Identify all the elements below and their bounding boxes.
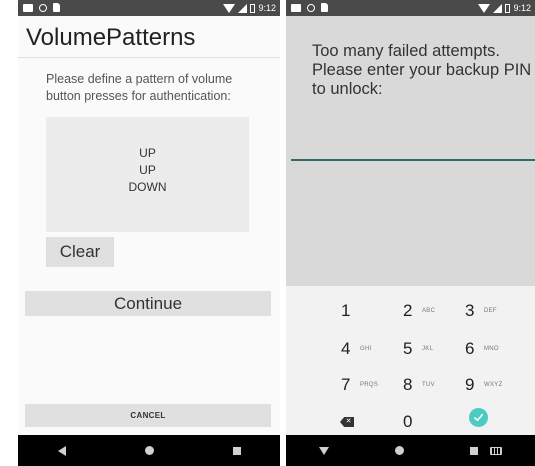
key-2[interactable]: 2 ABC xyxy=(403,297,473,325)
recent-apps-icon[interactable] xyxy=(470,446,478,455)
system-icons: 9:12 xyxy=(223,2,276,14)
key-digit: 1 xyxy=(341,301,351,320)
title-divider xyxy=(18,57,280,58)
key-digit: 0 xyxy=(403,412,413,431)
key-3[interactable]: 3 DEF xyxy=(465,297,535,325)
recent-apps-icon[interactable] xyxy=(232,446,241,455)
status-bar: 9:12 xyxy=(286,0,535,16)
key-digit: 2 xyxy=(403,301,413,320)
home-icon[interactable] xyxy=(395,446,404,455)
key-digit: 9 xyxy=(465,375,475,394)
key-5[interactable]: 5 JKL xyxy=(403,335,473,363)
key-4[interactable]: 4 GHI xyxy=(341,335,411,363)
key-digit: 3 xyxy=(465,301,475,320)
key-digit: 7 xyxy=(341,375,351,394)
pin-input-field[interactable] xyxy=(291,159,535,161)
key-0[interactable]: 0 xyxy=(403,408,473,436)
key-9[interactable]: 9 WXYZ xyxy=(465,371,535,399)
key-7[interactable]: 7 PRQS xyxy=(341,371,411,399)
app-title: VolumePatterns xyxy=(26,24,196,51)
clear-button[interactable]: Clear xyxy=(46,237,114,267)
pattern-step: UP xyxy=(139,146,156,160)
checkmark-icon xyxy=(474,413,483,422)
battery-icon xyxy=(250,3,256,13)
key-letters: ABC xyxy=(422,308,436,314)
sd-card-icon xyxy=(321,3,328,12)
home-icon[interactable] xyxy=(144,446,154,455)
volume-patterns-screen: 9:12 VolumePatterns Please define a patt… xyxy=(18,0,280,466)
back-icon[interactable] xyxy=(57,445,66,456)
backup-pin-screen: 9:12 Too many failed attempts. Please en… xyxy=(286,0,535,466)
instructions-text: Please define a pattern of volume button… xyxy=(46,72,233,103)
key-letters: PRQS xyxy=(360,382,379,388)
sync-icon xyxy=(307,3,315,12)
pattern-step: UP xyxy=(139,163,156,177)
keyboard-icon[interactable] xyxy=(490,446,502,455)
key-digit: 4 xyxy=(341,339,351,358)
battery-icon xyxy=(505,3,511,13)
pattern-display: UP UP DOWN xyxy=(46,117,249,232)
backspace-icon[interactable]: ✕ xyxy=(340,417,354,427)
key-1[interactable]: 1 xyxy=(341,297,411,325)
key-letters: DEF xyxy=(484,308,497,314)
navigation-bar xyxy=(286,435,535,466)
pattern-step: DOWN xyxy=(128,180,167,194)
wifi-icon xyxy=(223,3,236,13)
checkmark-circle-icon[interactable] xyxy=(469,408,488,427)
notification-icons xyxy=(23,3,60,12)
key-digit: 8 xyxy=(403,375,413,394)
key-digit: 6 xyxy=(465,339,475,358)
key-letters: TUV xyxy=(422,382,435,388)
signal-icon xyxy=(493,3,503,13)
cancel-button[interactable]: CANCEL xyxy=(25,404,271,427)
notification-icon xyxy=(23,3,33,12)
sd-card-icon xyxy=(53,3,60,12)
status-bar: 9:12 xyxy=(18,0,280,16)
sync-icon xyxy=(39,3,47,12)
status-time: 9:12 xyxy=(513,3,531,13)
status-time: 9:12 xyxy=(258,3,276,13)
key-letters: JKL xyxy=(422,346,434,352)
continue-button[interactable]: Continue xyxy=(25,291,271,316)
notification-icons xyxy=(291,3,328,12)
key-digit: 5 xyxy=(403,339,413,358)
hide-keyboard-icon[interactable] xyxy=(319,446,329,455)
navigation-bar xyxy=(18,435,280,466)
key-letters: WXYZ xyxy=(484,382,503,388)
notification-icon xyxy=(291,3,301,12)
key-letters: GHI xyxy=(360,346,372,352)
pin-prompt-message: Too many failed attempts. Please enter y… xyxy=(312,42,532,98)
key-letters: MNO xyxy=(484,346,499,352)
key-6[interactable]: 6 MNO xyxy=(465,335,535,363)
wifi-icon xyxy=(478,3,491,13)
signal-icon xyxy=(238,3,248,13)
numeric-keypad: 1 2 ABC 3 DEF 4 GHI 5 JKL 6 MNO 7 PRQS 8… xyxy=(286,286,535,435)
key-8[interactable]: 8 TUV xyxy=(403,371,473,399)
system-icons: 9:12 xyxy=(478,2,531,14)
